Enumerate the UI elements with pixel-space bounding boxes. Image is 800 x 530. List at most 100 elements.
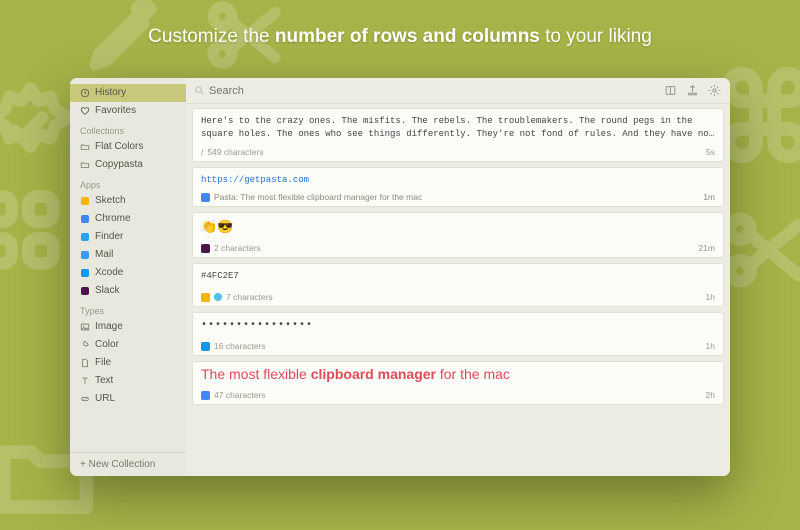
clip-time: 1h	[706, 341, 715, 351]
sidebar-item-label: Xcode	[95, 266, 123, 280]
clip-time: 1h	[706, 292, 715, 302]
color-icon	[80, 340, 90, 350]
clip-card[interactable]: Here's to the crazy ones. The misfits. T…	[192, 108, 724, 162]
clip-card[interactable]: The most flexible clipboard manager for …	[192, 361, 724, 405]
main-panel: Here's to the crazy ones. The misfits. T…	[186, 78, 730, 476]
sidebar-item-label: Sketch	[95, 194, 126, 208]
clip-card[interactable]: #4FC2E7 7 characters 1h	[192, 263, 724, 307]
app-finder	[80, 232, 90, 242]
search-input[interactable]	[209, 85, 656, 97]
grid-doodle	[0, 180, 70, 280]
tagline: Customize the number of rows and columns…	[0, 26, 800, 48]
clip-char-count: 16 characters	[214, 341, 266, 351]
clip-card[interactable]: •••••••••••••••• 16 characters 1h	[192, 312, 724, 356]
app-icon	[201, 193, 210, 202]
clip-content: ••••••••••••••••	[201, 319, 715, 333]
sidebar-item-label: Mail	[95, 248, 113, 262]
clip-content: #4FC2E7	[201, 270, 715, 284]
clip-subtitle: Pasta: The most flexible clipboard manag…	[201, 192, 715, 202]
sidebar-item-label: Finder	[95, 230, 123, 244]
app-mail	[80, 250, 90, 260]
clip-meta: 7 characters 1h	[201, 288, 715, 302]
settings-button[interactable]	[706, 83, 722, 99]
clip-char-count: 549 characters	[207, 147, 263, 157]
sidebar-item-history[interactable]: History	[70, 84, 186, 102]
sidebar-item-file[interactable]: File	[70, 354, 186, 372]
clip-content: Here's to the crazy ones. The misfits. T…	[201, 115, 715, 139]
sidebar-item-finder[interactable]: Finder	[70, 228, 186, 246]
color-swatch	[214, 293, 222, 301]
clip-time: 1m	[703, 192, 715, 202]
clock-icon	[80, 88, 90, 98]
sidebar-item-xcode[interactable]: Xcode	[70, 264, 186, 282]
clip-meta: 47 characters 2h	[201, 386, 715, 400]
sidebar-item-label: File	[95, 356, 111, 370]
plus-icon: +	[80, 459, 86, 470]
export-button[interactable]	[684, 83, 700, 99]
search-field[interactable]	[194, 85, 656, 97]
sidebar-item-copypasta[interactable]: Copypasta	[70, 156, 186, 174]
app-slack	[80, 286, 90, 296]
app-icon	[201, 391, 210, 400]
folder-icon	[80, 160, 90, 170]
sidebar-item-label: Copypasta	[95, 158, 143, 172]
clip-char-count: 2 characters	[214, 243, 261, 253]
clip-meta: / 549 characters 5s	[201, 143, 715, 157]
app-chrome	[80, 214, 90, 224]
sidebar: History FavoritesCollections Flat Colors Co…	[70, 78, 186, 476]
clip-char-count: 7 characters	[226, 292, 273, 302]
sidebar-header: Apps	[70, 174, 186, 192]
clip-meta: 16 characters 1h	[201, 337, 715, 351]
sidebar-item-label: Chrome	[95, 212, 131, 226]
clip-meta: 2 characters 21m	[201, 239, 715, 253]
app-icon	[201, 244, 210, 253]
sidebar-item-color[interactable]: Color	[70, 336, 186, 354]
layout-button[interactable]	[662, 83, 678, 99]
sidebar-item-label: Text	[95, 374, 113, 388]
clip-content: https://getpasta.com	[201, 174, 715, 188]
toolbar	[186, 78, 730, 104]
clip-card[interactable]: 👏😎 2 characters 21m	[192, 212, 724, 258]
sidebar-item-label: Image	[95, 320, 123, 334]
sidebar-item-label: Color	[95, 338, 119, 352]
sidebar-item-label: History	[95, 86, 126, 100]
app-icon	[201, 293, 210, 302]
image-icon	[80, 322, 90, 332]
heart-icon	[80, 106, 90, 116]
clip-list: Here's to the crazy ones. The misfits. T…	[186, 104, 730, 476]
sidebar-item-flat-colors[interactable]: Flat Colors	[70, 138, 186, 156]
sidebar-item-chrome[interactable]: Chrome	[70, 210, 186, 228]
sidebar-item-label: Flat Colors	[95, 140, 143, 154]
sidebar-item-label: Slack	[95, 284, 119, 298]
clip-char-count: 47 characters	[214, 390, 266, 400]
sidebar-item-label: URL	[95, 392, 115, 406]
clip-time: 5s	[706, 147, 715, 157]
clip-content: The most flexible clipboard manager for …	[201, 368, 715, 382]
sidebar-item-url[interactable]: URL	[70, 390, 186, 408]
app-sketch	[80, 196, 90, 206]
app-window: History FavoritesCollections Flat Colors Co…	[70, 78, 730, 476]
sidebar-item-image[interactable]: Image	[70, 318, 186, 336]
seal-doodle	[0, 80, 80, 180]
app-icon	[201, 342, 210, 351]
type-glyph: /	[201, 147, 203, 157]
text-icon	[80, 376, 90, 386]
app-xcode	[80, 268, 90, 278]
url-icon	[80, 394, 90, 404]
file-icon	[80, 358, 90, 368]
sidebar-header: Collections	[70, 120, 186, 138]
sidebar-item-sketch[interactable]: Sketch	[70, 192, 186, 210]
clip-time: 2h	[706, 390, 715, 400]
clip-card[interactable]: https://getpasta.com Pasta: The most flex…	[192, 167, 724, 207]
new-collection-button[interactable]: + New Collection	[70, 452, 186, 476]
sidebar-item-text[interactable]: Text	[70, 372, 186, 390]
clip-content: 👏😎	[201, 219, 715, 235]
sidebar-item-mail[interactable]: Mail	[70, 246, 186, 264]
sidebar-header: Types	[70, 300, 186, 318]
sidebar-item-slack[interactable]: Slack	[70, 282, 186, 300]
new-collection-label: New Collection	[89, 459, 156, 470]
clip-time: 21m	[698, 243, 715, 253]
sidebar-item-favorites[interactable]: Favorites	[70, 102, 186, 120]
folder-icon	[80, 142, 90, 152]
search-icon	[194, 85, 205, 96]
